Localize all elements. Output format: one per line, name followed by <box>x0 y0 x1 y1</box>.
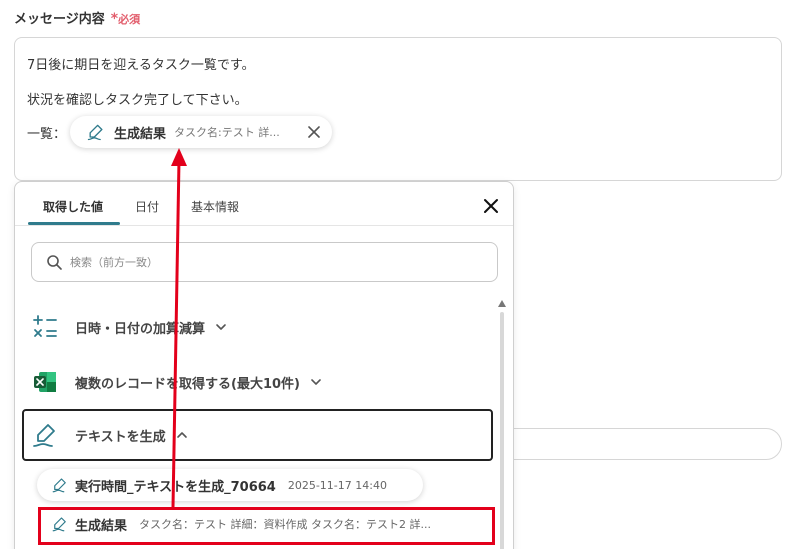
tab-acquired-values[interactable]: 取得した値 <box>43 198 103 215</box>
chip-title: 生成結果 <box>114 126 167 142</box>
chevron-down-icon <box>311 379 321 385</box>
list-item-datetime-calc[interactable]: 日時・日付の加算減算 <box>31 313 227 341</box>
chip-description: タスク名:テスト 詳... <box>174 126 280 139</box>
search-icon <box>47 255 62 270</box>
calculator-icon <box>33 315 57 337</box>
message-line-3-prefix: 一覧： <box>27 127 67 142</box>
search-input[interactable]: 検索（前方一致） <box>31 242 498 282</box>
variable-picker-panel: 取得した値 日付 基本情報 検索（前方一致） 日時・日付の加算減算 複数のレコー… <box>14 181 514 549</box>
item-label: テキストを生成 <box>75 429 166 445</box>
active-tab-indicator <box>28 222 120 225</box>
tab-date[interactable]: 日付 <box>135 198 159 215</box>
excel-icon <box>34 372 56 392</box>
message-textarea[interactable]: 7日後に期日を迎えるタスク一覧です。 状況を確認しタスク完了して下さい。 一覧： <box>14 37 782 181</box>
message-line-1: 7日後に期日を迎えるタスク一覧です。 <box>27 58 255 73</box>
sub-item-execution-time[interactable]: 実行時間_テキストを生成_70664 2025-11-17 14:40 <box>37 469 423 501</box>
close-icon[interactable] <box>306 124 322 140</box>
highlight-annotation-box <box>38 507 495 545</box>
pen-icon <box>52 478 66 493</box>
scroll-up-arrow-icon[interactable] <box>498 300 506 307</box>
required-star: * <box>110 11 119 27</box>
sub-item-title: 実行時間_テキストを生成_70664 <box>75 479 276 495</box>
pen-icon <box>87 124 103 141</box>
chevron-up-icon <box>176 432 187 438</box>
chevron-down-icon <box>216 324 226 330</box>
message-content-label: メッセージ内容 *必須 <box>14 8 140 27</box>
tab-basic-info[interactable]: 基本情報 <box>191 198 239 215</box>
field-label-text: メッセージ内容 <box>14 12 105 27</box>
search-placeholder: 検索（前方一致） <box>70 256 158 269</box>
scroll-track[interactable] <box>500 312 504 549</box>
message-line-2: 状況を確認しタスク完了して下さい。 <box>27 93 248 108</box>
item-label: 複数のレコードを取得する(最大10件) <box>75 376 300 392</box>
pen-icon <box>33 424 55 447</box>
item-label: 日時・日付の加算減算 <box>75 321 206 337</box>
required-text: 必須 <box>118 13 141 26</box>
list-item-get-records[interactable]: 複数のレコードを取得する(最大10件) <box>31 368 322 396</box>
sub-item-desc: 2025-11-17 14:40 <box>287 478 387 492</box>
scrollbar[interactable] <box>497 300 507 549</box>
list-item-generate-text[interactable]: テキストを生成 <box>31 421 188 449</box>
tab-bar: 取得した値 日付 基本情報 <box>15 182 513 226</box>
inserted-variable-chip[interactable]: 生成結果 タスク名:テスト 詳... <box>70 116 332 148</box>
close-panel-icon[interactable] <box>483 198 499 214</box>
background-input-field[interactable] <box>490 428 782 460</box>
